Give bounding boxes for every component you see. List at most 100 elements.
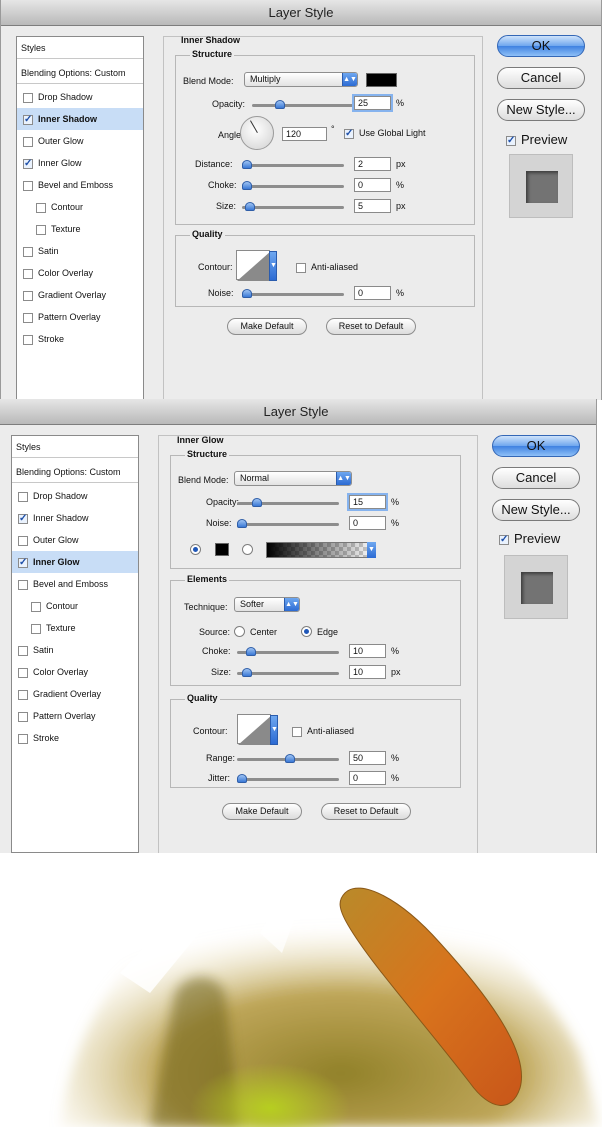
style-item-contour[interactable]: Contour <box>17 196 143 218</box>
cancel-button[interactable]: Cancel <box>497 67 585 89</box>
style-item-satin[interactable]: Satin <box>17 240 143 262</box>
style-item-contour[interactable]: Contour <box>12 595 138 617</box>
style-item-drop-shadow[interactable]: Drop Shadow <box>12 485 138 507</box>
style-item-checkbox[interactable] <box>23 92 33 103</box>
noise-slider-knob[interactable] <box>237 519 247 528</box>
preview-checkbox[interactable]: ✓ <box>499 534 509 545</box>
style-item-checkbox[interactable] <box>18 711 28 722</box>
use-global-light-option[interactable]: ✓ Use Global Light <box>344 128 426 139</box>
style-item-inner-shadow[interactable]: ✓ Inner Shadow <box>12 507 138 529</box>
opacity-slider-knob[interactable] <box>252 498 262 507</box>
style-item-checkbox[interactable] <box>36 224 46 235</box>
opacity-slider-knob[interactable] <box>275 100 285 109</box>
style-item-satin[interactable]: Satin <box>12 639 138 661</box>
style-item-checkbox[interactable] <box>23 312 33 323</box>
use-global-light-checkbox[interactable]: ✓ <box>344 128 354 139</box>
contour-picker[interactable]: ▼ <box>237 714 278 745</box>
technique-select[interactable]: Softer ▲▼ <box>234 597 300 612</box>
style-item-pattern-overlay[interactable]: Pattern Overlay <box>12 705 138 727</box>
gradient-radio[interactable] <box>242 544 253 555</box>
angle-dial[interactable] <box>240 116 274 150</box>
angle-field[interactable]: 120 <box>282 127 327 141</box>
jitter-slider-knob[interactable] <box>237 774 247 783</box>
choke-field[interactable]: 0 <box>354 178 391 192</box>
style-item-texture[interactable]: Texture <box>17 218 143 240</box>
style-item-checkbox[interactable] <box>18 535 28 546</box>
style-item-checkbox[interactable] <box>18 733 28 744</box>
choke-field[interactable]: 10 <box>349 644 386 658</box>
range-slider-track[interactable] <box>237 754 339 763</box>
choke-slider-knob[interactable] <box>246 647 256 656</box>
anti-aliased-checkbox[interactable] <box>292 726 302 737</box>
style-item-checkbox[interactable] <box>23 290 33 301</box>
style-item-inner-glow[interactable]: ✓ Inner Glow <box>12 551 138 573</box>
glow-color-swatch[interactable] <box>215 543 229 556</box>
source-center-radio[interactable] <box>234 626 245 637</box>
reset-to-default-button[interactable]: Reset to Default <box>326 318 416 335</box>
reset-to-default-button[interactable]: Reset to Default <box>321 803 411 820</box>
size-field[interactable]: 5 <box>354 199 391 213</box>
ok-button[interactable]: OK <box>497 35 585 57</box>
style-item-checkbox[interactable] <box>23 180 33 191</box>
style-item-checkbox[interactable]: ✓ <box>23 114 33 125</box>
distance-slider-knob[interactable] <box>242 160 252 169</box>
blend-mode-select[interactable]: Normal ▲▼ <box>234 471 352 486</box>
ok-button[interactable]: OK <box>492 435 580 457</box>
anti-aliased-option[interactable]: Anti-aliased <box>296 262 358 273</box>
style-item-checkbox[interactable] <box>18 689 28 700</box>
opacity-slider-track[interactable] <box>252 100 354 109</box>
noise-slider-knob[interactable] <box>242 289 252 298</box>
styles-header[interactable]: Styles <box>17 37 143 59</box>
style-item-color-overlay[interactable]: Color Overlay <box>17 262 143 284</box>
size-slider-knob[interactable] <box>242 668 252 677</box>
solid-color-radio[interactable] <box>190 544 201 555</box>
style-item-stroke[interactable]: Stroke <box>12 727 138 749</box>
style-item-bevel-and-emboss[interactable]: Bevel and Emboss <box>17 174 143 196</box>
style-item-outer-glow[interactable]: Outer Glow <box>12 529 138 551</box>
style-item-bevel-and-emboss[interactable]: Bevel and Emboss <box>12 573 138 595</box>
style-item-checkbox[interactable] <box>18 667 28 678</box>
blending-options-item[interactable]: Blending Options: Custom <box>12 461 138 483</box>
preview-checkbox[interactable]: ✓ <box>506 135 516 146</box>
size-field[interactable]: 10 <box>349 665 386 679</box>
preview-option[interactable]: ✓ Preview <box>506 132 567 147</box>
opacity-field[interactable]: 25 <box>354 96 391 110</box>
distance-slider-track[interactable] <box>242 160 344 169</box>
style-item-checkbox[interactable] <box>31 623 41 634</box>
size-slider-track[interactable] <box>237 668 339 677</box>
style-item-pattern-overlay[interactable]: Pattern Overlay <box>17 306 143 328</box>
style-item-checkbox[interactable]: ✓ <box>18 557 28 568</box>
style-item-checkbox[interactable] <box>23 246 33 257</box>
distance-field[interactable]: 2 <box>354 157 391 171</box>
noise-field[interactable]: 0 <box>354 286 391 300</box>
opacity-slider-track[interactable] <box>237 498 339 507</box>
make-default-button[interactable]: Make Default <box>227 318 307 335</box>
style-item-checkbox[interactable] <box>18 579 28 590</box>
cancel-button[interactable]: Cancel <box>492 467 580 489</box>
noise-slider-track[interactable] <box>242 289 344 298</box>
anti-aliased-option[interactable]: Anti-aliased <box>292 726 354 737</box>
jitter-slider-track[interactable] <box>237 774 339 783</box>
choke-slider-knob[interactable] <box>242 181 252 190</box>
jitter-field[interactable]: 0 <box>349 771 386 785</box>
style-item-stroke[interactable]: Stroke <box>17 328 143 350</box>
choke-slider-track[interactable] <box>237 647 339 656</box>
style-item-inner-glow[interactable]: ✓ Inner Glow <box>17 152 143 174</box>
style-item-outer-glow[interactable]: Outer Glow <box>17 130 143 152</box>
noise-field[interactable]: 0 <box>349 516 386 530</box>
new-style-button[interactable]: New Style... <box>497 99 585 121</box>
style-item-drop-shadow[interactable]: Drop Shadow <box>17 86 143 108</box>
range-slider-knob[interactable] <box>285 754 295 763</box>
style-item-texture[interactable]: Texture <box>12 617 138 639</box>
style-item-checkbox[interactable] <box>18 645 28 656</box>
opacity-field[interactable]: 15 <box>349 495 386 509</box>
styles-header[interactable]: Styles <box>12 436 138 458</box>
style-item-gradient-overlay[interactable]: Gradient Overlay <box>17 284 143 306</box>
style-item-checkbox[interactable] <box>18 491 28 502</box>
style-item-checkbox[interactable]: ✓ <box>18 513 28 524</box>
contour-picker[interactable]: ▼ <box>236 250 277 281</box>
style-item-inner-shadow[interactable]: ✓ Inner Shadow <box>17 108 143 130</box>
shadow-color-swatch[interactable] <box>366 73 397 87</box>
make-default-button[interactable]: Make Default <box>222 803 302 820</box>
new-style-button[interactable]: New Style... <box>492 499 580 521</box>
